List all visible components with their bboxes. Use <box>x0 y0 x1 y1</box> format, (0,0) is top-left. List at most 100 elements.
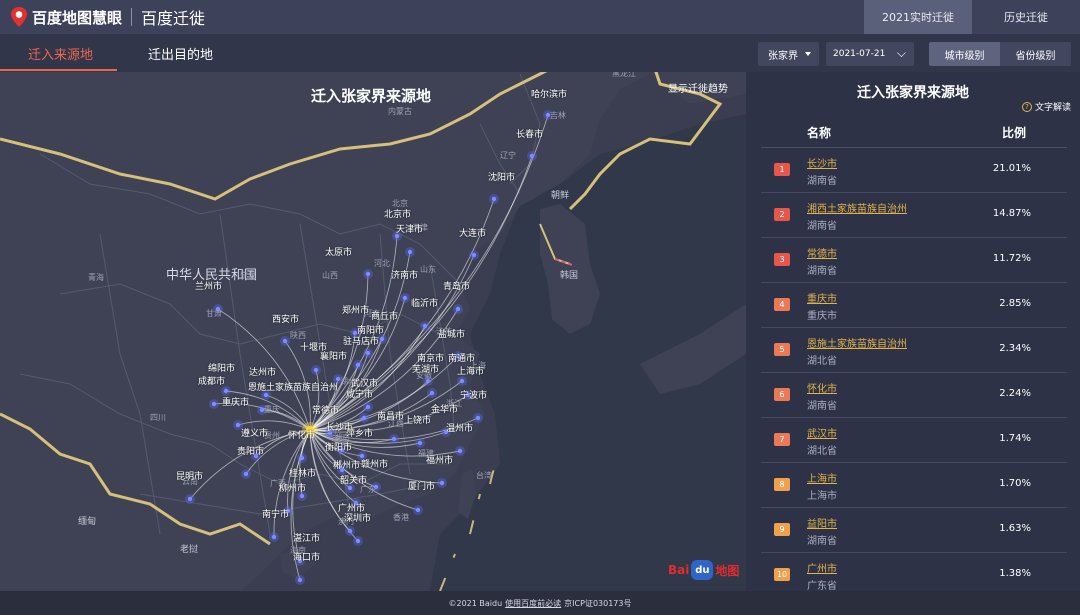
city-label[interactable]: 深圳市 <box>344 511 371 524</box>
city-label[interactable]: 绵阳市 <box>208 361 235 374</box>
city-label[interactable]: 郴州市 <box>333 458 360 471</box>
city-label[interactable]: 衡阳市 <box>325 440 352 453</box>
city-dot[interactable] <box>475 415 481 421</box>
city-dot[interactable] <box>457 448 463 454</box>
city-dot[interactable] <box>347 485 353 491</box>
terms-link[interactable]: 使用百度前必读 <box>505 598 561 609</box>
city-label[interactable]: 西安市 <box>272 312 299 325</box>
city-name-link[interactable]: 武汉市 <box>807 425 837 440</box>
city-name-link[interactable]: 常德市 <box>807 245 837 260</box>
city-label[interactable]: 芜湖市 <box>412 362 439 375</box>
city-label[interactable]: 重庆市 <box>222 395 249 408</box>
city-select[interactable]: 张家界 <box>758 42 819 66</box>
city-label[interactable]: 宁波市 <box>460 388 487 401</box>
city-label[interactable]: 济南市 <box>391 268 418 281</box>
show-trend-link[interactable]: 显示迁徙趋势 <box>668 80 728 95</box>
city-label[interactable]: 成都市 <box>198 374 225 387</box>
city-label[interactable]: 驻马店市 <box>343 334 379 347</box>
city-dot[interactable] <box>455 306 461 312</box>
city-name-link[interactable]: 湘西土家族苗族自治州 <box>807 200 907 215</box>
tab-realtime[interactable]: 2021实时迁徙 <box>864 0 972 34</box>
city-dot[interactable] <box>355 538 361 544</box>
city-dot[interactable] <box>429 390 435 396</box>
city-label[interactable]: 北京市 <box>384 207 411 220</box>
city-label[interactable]: 贵阳市 <box>237 444 264 457</box>
city-label[interactable]: 昆明市 <box>176 469 203 482</box>
city-dot[interactable] <box>439 480 445 486</box>
city-label[interactable]: 商丘市 <box>371 309 398 322</box>
city-label[interactable]: 赣州市 <box>361 457 388 470</box>
city-dot[interactable] <box>223 388 229 394</box>
city-dot[interactable] <box>422 323 428 329</box>
city-dot[interactable] <box>235 422 241 428</box>
city-label[interactable]: 南宁市 <box>262 507 289 520</box>
city-dot[interactable] <box>299 493 305 499</box>
tab-outbound-destination[interactable]: 迁出目的地 <box>148 34 213 72</box>
city-dot[interactable] <box>211 401 217 407</box>
city-label[interactable]: 沈阳市 <box>488 170 515 183</box>
city-label[interactable]: 金华市 <box>431 402 458 415</box>
city-label[interactable]: 天津市 <box>396 222 423 235</box>
city-label[interactable]: 萍乡市 <box>346 426 373 439</box>
city-dot[interactable] <box>471 252 477 258</box>
city-dot[interactable] <box>491 196 497 202</box>
tab-history[interactable]: 历史迁徙 <box>972 0 1080 34</box>
city-label[interactable]: 福州市 <box>426 453 453 466</box>
city-label[interactable]: 青岛市 <box>443 279 470 292</box>
city-label[interactable]: 哈尔滨市 <box>531 87 567 100</box>
city-dot[interactable] <box>402 295 408 301</box>
city-dot[interactable] <box>187 496 193 502</box>
city-dot[interactable] <box>347 528 353 534</box>
city-label[interactable]: 恩施土家族苗族自治州 <box>248 380 338 393</box>
logo[interactable]: 百度地图慧眼 百度迁徙 <box>0 0 205 34</box>
city-level-button[interactable]: 城市级别 <box>929 42 1000 66</box>
province-level-button[interactable]: 省份级别 <box>1000 42 1071 66</box>
city-dot[interactable] <box>415 507 421 513</box>
city-dot[interactable] <box>365 350 371 356</box>
city-label[interactable]: 兰州市 <box>195 279 222 292</box>
date-select[interactable]: 2021-07-21 ⌵ <box>826 42 914 66</box>
city-dot[interactable] <box>361 415 367 421</box>
tab-inbound-origin[interactable]: 迁入来源地 <box>28 34 93 72</box>
city-label[interactable]: 南通市 <box>448 351 475 364</box>
city-dot[interactable] <box>459 378 465 384</box>
city-dot[interactable] <box>391 436 397 442</box>
city-name-link[interactable]: 长沙市 <box>807 155 837 170</box>
city-dot[interactable] <box>407 249 413 255</box>
city-label[interactable]: 长春市 <box>516 127 543 140</box>
city-name-link[interactable]: 上海市 <box>807 470 837 485</box>
city-label[interactable]: 达州市 <box>249 365 276 378</box>
city-label[interactable]: 太原市 <box>325 245 352 258</box>
city-label[interactable]: 大连市 <box>459 226 486 239</box>
city-label[interactable]: 韶关市 <box>340 473 367 486</box>
city-dot[interactable] <box>297 577 303 583</box>
city-label[interactable]: 盐城市 <box>438 327 465 340</box>
city-dot[interactable] <box>243 471 249 477</box>
city-label[interactable]: 常德市 <box>312 403 339 416</box>
city-name-link[interactable]: 广州市 <box>807 560 837 575</box>
city-name-link[interactable]: 重庆市 <box>807 290 837 305</box>
city-name-link[interactable]: 益阳市 <box>807 515 837 530</box>
city-label[interactable]: 湛江市 <box>293 531 320 544</box>
city-label[interactable]: 郑州市 <box>342 303 369 316</box>
city-dot[interactable] <box>271 534 277 540</box>
city-dot[interactable] <box>263 392 269 398</box>
city-label[interactable]: 厦门市 <box>408 479 435 492</box>
city-label[interactable]: 南昌市 <box>377 409 404 422</box>
city-label[interactable]: 襄阳市 <box>320 349 347 362</box>
city-dot[interactable] <box>313 367 319 373</box>
city-label[interactable]: 海口市 <box>293 550 320 563</box>
city-dot[interactable] <box>417 440 423 446</box>
city-label[interactable]: 柳州市 <box>279 481 306 494</box>
city-label[interactable]: 遵义市 <box>241 426 268 439</box>
city-dot[interactable] <box>299 455 305 461</box>
city-label[interactable]: 怀化市 <box>288 428 315 441</box>
city-label[interactable]: 临沂市 <box>411 296 438 309</box>
city-dot[interactable] <box>379 336 385 342</box>
city-dot[interactable] <box>365 404 371 410</box>
city-dot[interactable] <box>365 271 371 277</box>
city-dot[interactable] <box>282 338 288 344</box>
city-name-link[interactable]: 怀化市 <box>807 380 837 395</box>
city-dot[interactable] <box>529 153 535 159</box>
city-label[interactable]: 桂林市 <box>289 466 316 479</box>
